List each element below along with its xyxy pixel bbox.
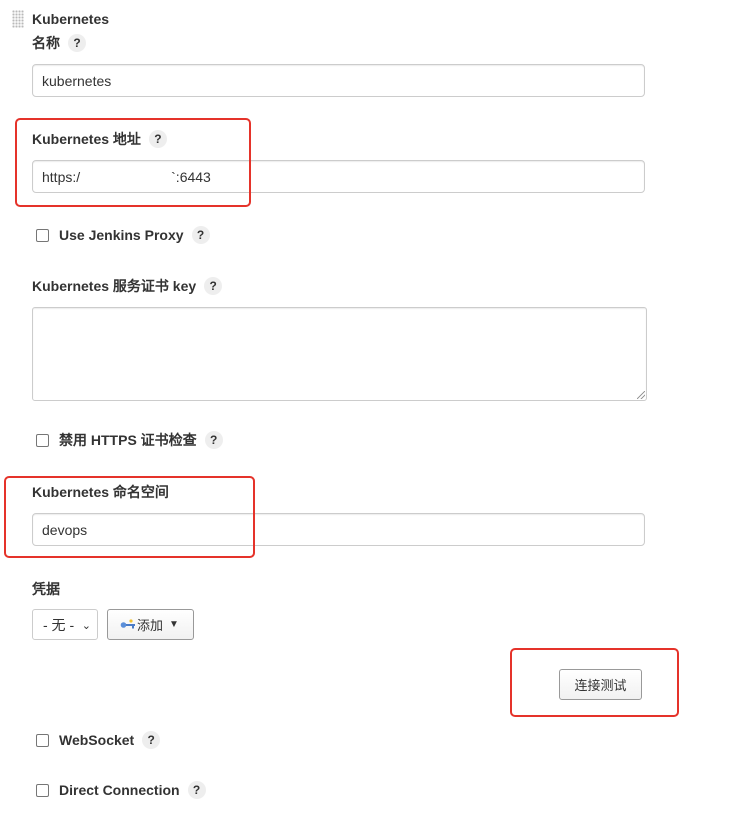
add-label: 添加 (137, 618, 164, 633)
direct-connection-row: Direct Connection ? (36, 781, 206, 799)
disable-https-row: 禁用 HTTPS 证书检查 ? (36, 430, 223, 450)
key-icon (120, 618, 135, 628)
help-icon[interactable]: ? (204, 277, 223, 295)
disable-https-label: 禁用 HTTPS 证书检查 (59, 432, 197, 448)
name-label-text: 名称 (32, 35, 60, 51)
use-proxy-row: Use Jenkins Proxy ? (36, 226, 210, 244)
server-key-textarea[interactable] (32, 307, 647, 401)
server-key-label-text: Kubernetes 服务证书 key (32, 278, 197, 294)
resize-grip-icon[interactable] (637, 391, 645, 399)
chevron-down-icon: ⌄ (81, 620, 91, 632)
name-label: 名称 ? (32, 33, 86, 53)
websocket-checkbox[interactable] (36, 733, 49, 747)
help-icon[interactable]: ? (204, 431, 223, 449)
direct-connection-checkbox[interactable] (36, 783, 49, 797)
highlight-box (15, 118, 251, 207)
credentials-label: 凭据 (32, 581, 60, 597)
direct-connection-label: Direct Connection (59, 782, 180, 798)
drag-handle-icon[interactable] (12, 10, 24, 28)
use-proxy-label: Use Jenkins Proxy (59, 227, 184, 243)
highlight-box (510, 648, 679, 717)
websocket-row: WebSocket ? (36, 731, 161, 749)
server-key-label: Kubernetes 服务证书 key ? (32, 276, 223, 296)
disable-https-checkbox[interactable] (36, 433, 49, 447)
add-credentials-button[interactable]: 添加 ▼ (107, 609, 194, 640)
websocket-label: WebSocket (59, 732, 135, 748)
caret-down-icon: ▼ (169, 619, 179, 630)
name-input[interactable] (32, 64, 645, 97)
help-icon[interactable]: ? (187, 781, 206, 799)
credentials-selected: - 无 - (43, 616, 75, 633)
section-title: Kubernetes (32, 11, 110, 27)
credentials-select[interactable]: - 无 - ⌄ (32, 609, 98, 640)
help-icon[interactable]: ? (68, 34, 86, 52)
highlight-box (4, 476, 255, 558)
help-icon[interactable]: ? (191, 226, 210, 244)
use-proxy-checkbox[interactable] (36, 228, 49, 242)
help-icon[interactable]: ? (142, 731, 161, 749)
